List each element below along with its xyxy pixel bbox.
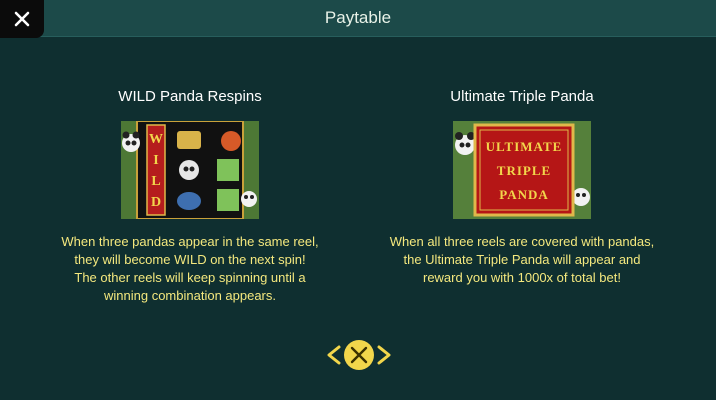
- description-line: The other reels will keep spinning until…: [74, 270, 306, 285]
- feature-wild-panda-respins: WILD Panda Respins W I L D When three pa…: [20, 88, 360, 305]
- description-line: winning combination appears.: [104, 288, 276, 303]
- feature-ultimate-triple-panda: Ultimate Triple Panda Ultimate Triple Pa…: [352, 88, 692, 287]
- description-line: the Ultimate Triple Panda will appear an…: [403, 252, 641, 267]
- description-line: When three pandas appear in the same ree…: [61, 234, 319, 249]
- chevron-right-icon[interactable]: [377, 345, 391, 365]
- header-bar: Paytable: [0, 0, 716, 38]
- ultimate-label: Ultimate: [485, 139, 563, 154]
- close-nav-button[interactable]: [344, 340, 374, 370]
- description-line: When all three reels are covered with pa…: [389, 234, 655, 249]
- feature-title: WILD Panda Respins: [118, 88, 262, 105]
- feature-title: Ultimate Triple Panda: [450, 88, 594, 105]
- wild-letter: D: [150, 195, 162, 210]
- description-line: they will become WILD on the next spin!: [74, 252, 306, 267]
- wild-letter: I: [153, 153, 159, 168]
- ultimate-triple-panda-image: Ultimate Triple Panda: [453, 121, 591, 219]
- wild-letter: L: [151, 174, 161, 189]
- paytable-navigation: [325, 338, 393, 372]
- feature-description: When all three reels are covered with pa…: [352, 233, 692, 287]
- triple-label: Triple: [496, 163, 552, 178]
- panda-label: Panda: [499, 187, 549, 202]
- page-title: Paytable: [324, 8, 392, 27]
- wild-letter: W: [149, 132, 163, 147]
- chevron-left-icon[interactable]: [327, 345, 341, 365]
- feature-description: When three pandas appear in the same ree…: [20, 233, 360, 305]
- wild-respins-image: W I L D: [121, 121, 259, 219]
- description-line: reward you with 1000x of total bet!: [422, 270, 621, 285]
